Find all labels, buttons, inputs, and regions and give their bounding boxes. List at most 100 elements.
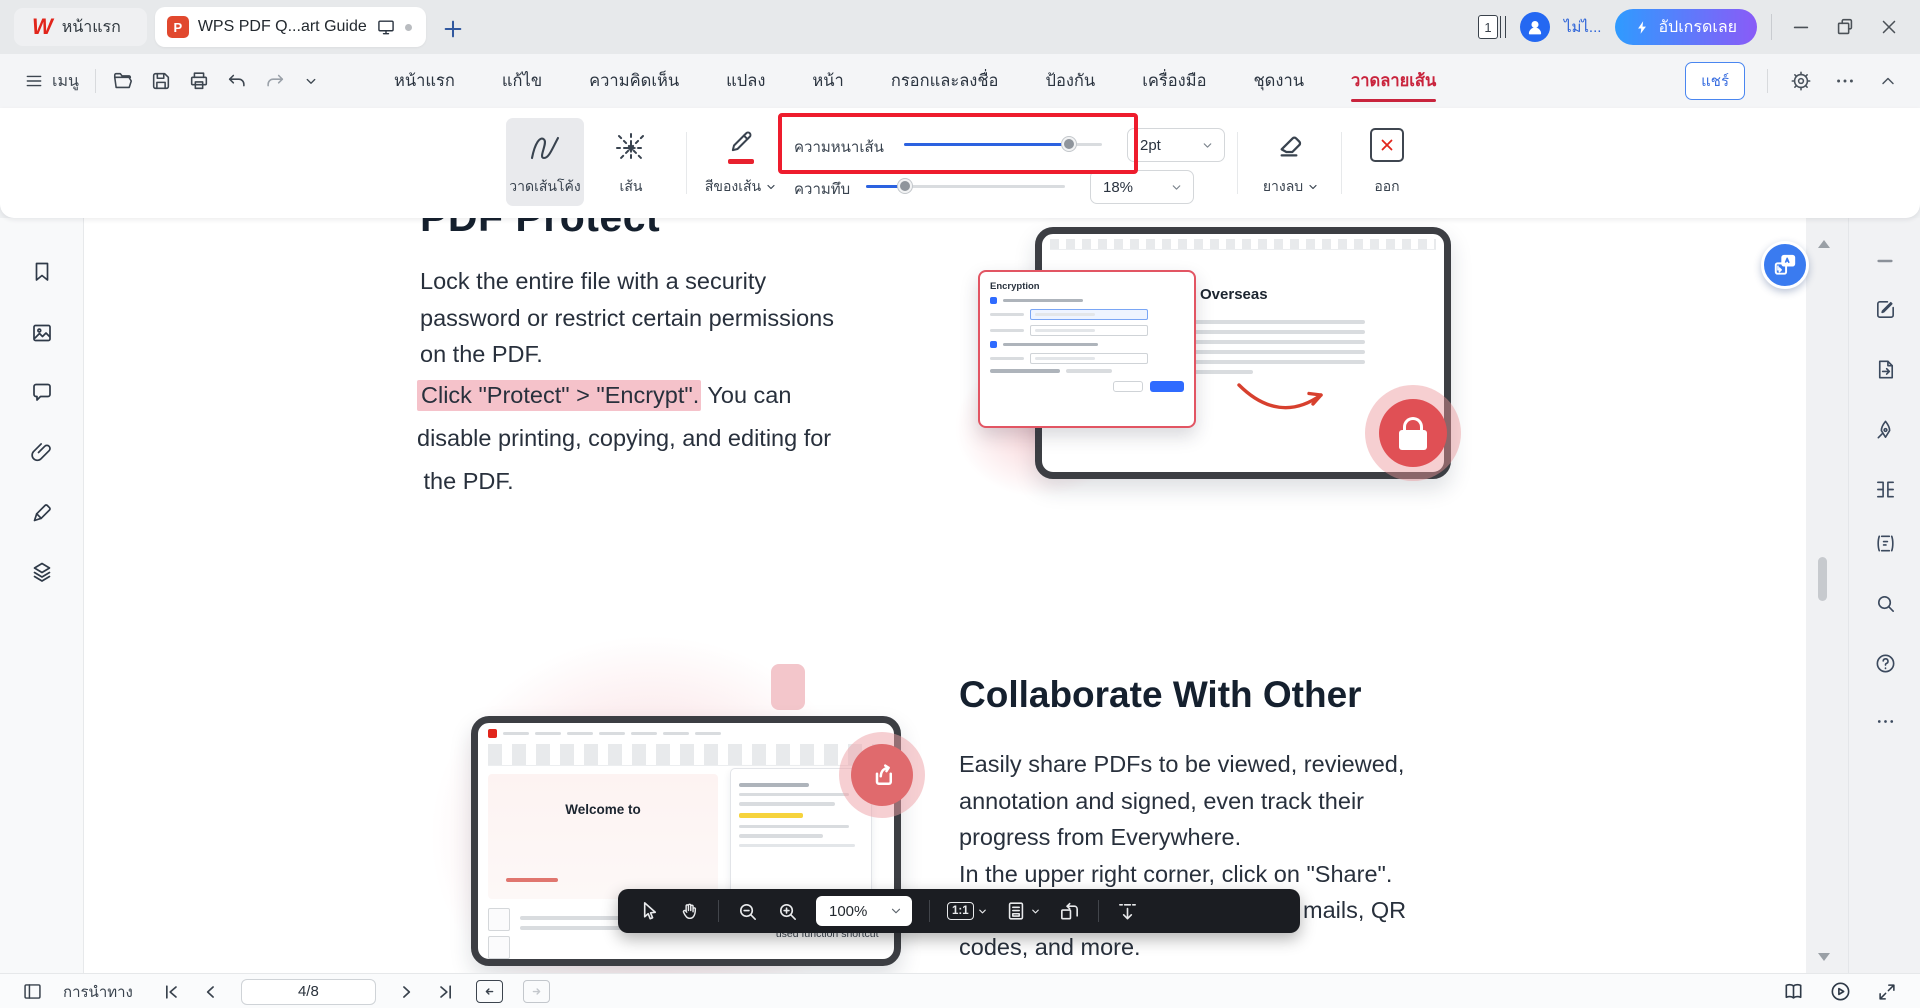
opacity-value: 18%	[1103, 178, 1134, 196]
next-page-button[interactable]	[396, 982, 416, 1002]
wps-home-tab[interactable]: W หน้าแรก	[14, 8, 147, 46]
translate-fab[interactable]	[1761, 241, 1809, 289]
opacity-slider[interactable]	[866, 179, 1065, 193]
open-file-button[interactable]	[112, 70, 134, 92]
slideshow-icon[interactable]	[1829, 980, 1852, 1003]
read-mode-icon[interactable]	[1782, 980, 1805, 1003]
tab-draw[interactable]: วาดลายเส้น	[1351, 54, 1437, 108]
restore-button[interactable]	[1830, 12, 1860, 42]
account-name[interactable]: ไม่ไ...	[1564, 15, 1601, 39]
new-tab-button[interactable]	[442, 18, 464, 40]
minimize-button[interactable]	[1786, 12, 1816, 42]
page-indicator-box[interactable]: 4/8	[240, 978, 376, 1005]
column-layout-icon[interactable]	[1874, 478, 1897, 501]
mini-document: Welcome to	[488, 774, 718, 899]
upgrade-button[interactable]: อัปเกรดเลย	[1615, 9, 1757, 45]
tab-tools[interactable]: เครื่องมือ	[1142, 54, 1206, 108]
thickness-value-dropdown[interactable]: 2pt	[1127, 128, 1225, 162]
confirm-input-placeholder	[1030, 325, 1148, 336]
thickness-slider[interactable]	[904, 137, 1102, 151]
more-options-icon[interactable]	[1834, 70, 1856, 92]
hand-pan-icon[interactable]	[678, 900, 701, 923]
collapse-ribbon-icon[interactable]	[1878, 71, 1898, 91]
close-button[interactable]	[1874, 12, 1904, 42]
mini-toolbar-placeholder	[1050, 239, 1436, 250]
tab-page[interactable]: หน้า	[812, 54, 843, 108]
window-count-badge[interactable]: 1	[1477, 15, 1506, 39]
signature-pen-icon[interactable]	[1874, 418, 1897, 441]
previous-page-button[interactable]	[201, 982, 221, 1002]
collapse-panel-icon[interactable]	[1874, 250, 1896, 272]
undo-button[interactable]	[226, 70, 248, 92]
line-color-label: สีของเส้น	[704, 178, 762, 194]
last-page-button[interactable]	[436, 982, 456, 1002]
tab-protect[interactable]: ป้องกัน	[1045, 54, 1095, 108]
avatar[interactable]	[1519, 12, 1550, 42]
bookmark-icon[interactable]	[30, 260, 54, 284]
slider-thumb[interactable]	[1062, 137, 1076, 151]
edit-annotation-icon[interactable]	[1874, 298, 1897, 321]
zoom-out-icon[interactable]	[736, 900, 759, 923]
draw-curve-button[interactable]: วาดเส้นโค้ง	[506, 118, 584, 206]
scroll-up-arrow[interactable]	[1818, 240, 1830, 248]
layers-icon[interactable]	[30, 560, 54, 584]
actual-size-button[interactable]: 1:1	[947, 902, 988, 920]
document-tab[interactable]: P WPS PDF Q...art Guide	[154, 7, 426, 47]
fullscreen-icon[interactable]	[1876, 981, 1898, 1003]
redo-button[interactable]	[264, 70, 286, 92]
tab-fill-sign[interactable]: กรอกและลงชื่อ	[891, 54, 999, 108]
divider	[1097, 900, 1099, 922]
select-cursor-icon[interactable]	[638, 900, 661, 923]
exit-x-icon	[1370, 128, 1404, 162]
lightning-icon	[1638, 20, 1647, 34]
home-tab-label: หน้าแรก	[61, 18, 121, 36]
navigation-panel-icon[interactable]	[22, 981, 43, 1002]
slider-thumb[interactable]	[898, 179, 912, 193]
page-layout-button[interactable]	[1005, 900, 1041, 922]
tab-convert[interactable]: แปลง	[726, 54, 765, 108]
opacity-value-dropdown[interactable]: 18%	[1090, 170, 1194, 204]
chevron-down-icon	[891, 908, 901, 914]
rotate-page-icon[interactable]	[1058, 900, 1081, 923]
export-page-icon[interactable]	[1874, 358, 1897, 381]
zoom-level-dropdown[interactable]: 100%	[816, 896, 912, 926]
draw-line-button[interactable]: เส้น	[598, 118, 664, 206]
signature-icon[interactable]	[30, 501, 54, 525]
tab-edit[interactable]: แก้ไข	[502, 54, 542, 108]
view-forward-button[interactable]	[522, 980, 550, 1003]
share-button[interactable]: แชร์	[1685, 62, 1745, 100]
monitor-icon	[376, 17, 396, 37]
fit-width-icon[interactable]	[1116, 900, 1139, 923]
first-page-button[interactable]	[161, 982, 181, 1002]
tab-batch[interactable]: ชุดงาน	[1253, 54, 1304, 108]
chevron-down-icon	[978, 909, 986, 913]
more-tools-icon[interactable]	[1874, 710, 1897, 733]
pdf-page-canvas[interactable]: PDF Protect Lock the entire file with a …	[84, 218, 1848, 973]
zoom-in-icon[interactable]	[776, 900, 799, 923]
opacity-label: ความทึบ	[794, 181, 851, 198]
settings-gear-icon[interactable]	[1790, 70, 1812, 92]
save-button[interactable]	[150, 70, 172, 92]
attachment-icon[interactable]	[30, 441, 54, 465]
menubar-right: แชร์	[1685, 54, 1898, 108]
undo-redo-dropdown[interactable]	[302, 72, 320, 90]
pencil-icon	[731, 131, 752, 152]
thumbnails-icon[interactable]	[30, 321, 54, 345]
search-icon[interactable]	[1874, 592, 1897, 615]
scroll-down-arrow[interactable]	[1818, 953, 1830, 961]
lock-icon	[1403, 416, 1423, 430]
slider-fill	[904, 143, 1070, 146]
comments-icon[interactable]	[30, 380, 54, 404]
eraser-button[interactable]: ยางลบ	[1254, 118, 1328, 206]
tab-comment[interactable]: ความคิดเห็น	[589, 54, 679, 108]
exit-draw-button[interactable]: ออก	[1352, 118, 1422, 206]
tab-home[interactable]: หน้าแรก	[394, 54, 455, 108]
vertical-scrollbar[interactable]	[1818, 557, 1827, 601]
help-icon[interactable]	[1874, 652, 1897, 675]
menubar: เมนู หน้าแรก แก้ไข ความคิดเห็น แปลง หน้า…	[0, 54, 1920, 108]
print-button[interactable]	[188, 70, 210, 92]
main-menu-button[interactable]: เมนู	[24, 69, 79, 94]
text-reflow-icon[interactable]	[1874, 532, 1897, 555]
line-color-button[interactable]: สีของเส้น	[698, 118, 784, 206]
view-back-button[interactable]	[475, 980, 503, 1003]
